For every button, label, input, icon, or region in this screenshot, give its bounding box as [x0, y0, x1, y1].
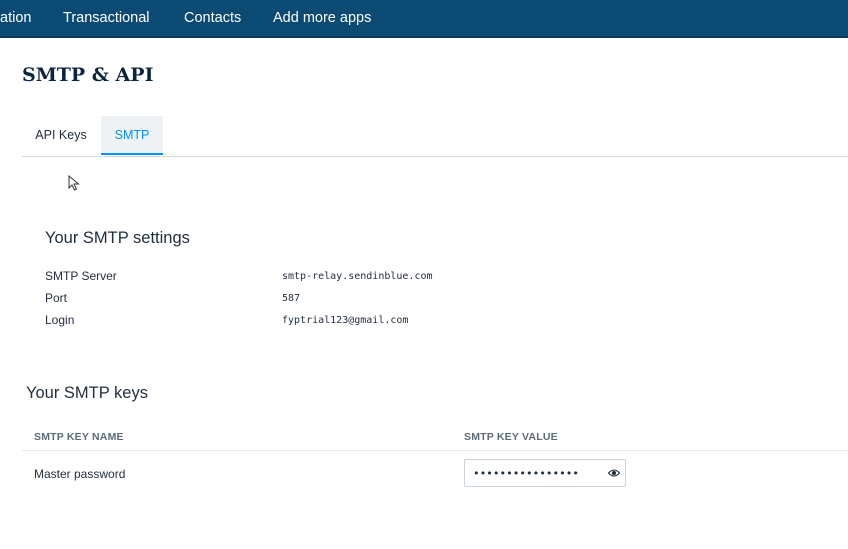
smtp-server-value: smtp-relay.sendinblue.com	[282, 271, 433, 282]
smtp-keys-title: Your SMTP keys	[26, 384, 148, 402]
nav-item-add-more-apps[interactable]: Add more apps	[273, 0, 371, 38]
master-password-input[interactable]	[465, 460, 603, 486]
tab-api-keys[interactable]: API Keys	[22, 116, 100, 155]
smtp-settings-title: Your SMTP settings	[45, 229, 190, 247]
mouse-pointer-icon	[68, 175, 80, 191]
page-title: SMTP & API	[22, 64, 154, 86]
key-name-cell: Master password	[34, 467, 126, 481]
port-value: 587	[282, 293, 301, 304]
eye-icon[interactable]	[608, 468, 620, 478]
nav-item-transactional[interactable]: Transactional	[63, 0, 150, 38]
port-label: Port	[45, 291, 68, 305]
key-value-field	[464, 459, 626, 487]
nav-item-automation[interactable]: ation	[0, 0, 31, 38]
nav-item-contacts[interactable]: Contacts	[184, 0, 241, 38]
table-divider	[22, 450, 848, 451]
top-navigation-bar: ation Transactional Contacts Add more ap…	[0, 0, 848, 38]
column-header-key-name: SMTP KEY NAME	[34, 431, 124, 443]
login-value: fyptrial123@gmail.com	[282, 315, 409, 326]
smtp-server-label: SMTP Server	[45, 269, 117, 283]
login-label: Login	[45, 313, 75, 327]
tab-bar: API Keys SMTP	[22, 116, 848, 157]
column-header-key-value: SMTP KEY VALUE	[464, 431, 558, 443]
tab-smtp[interactable]: SMTP	[101, 116, 163, 155]
